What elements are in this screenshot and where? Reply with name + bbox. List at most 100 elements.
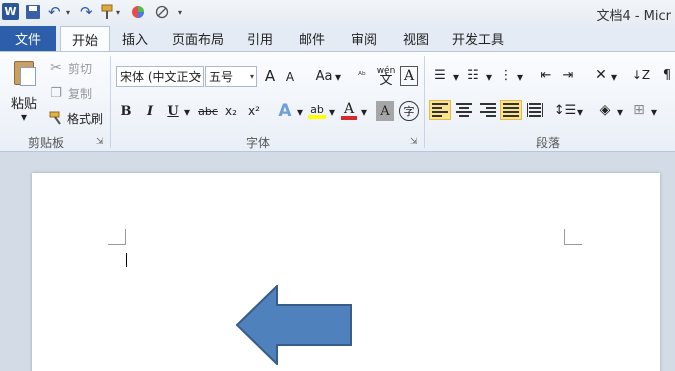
show-hide-marks-icon[interactable]: ¶ (660, 67, 674, 83)
color-wheel-icon[interactable] (130, 3, 146, 21)
highlight-dropdown-icon[interactable]: ▾ (328, 105, 336, 119)
multilevel-list-icon[interactable]: ⋮ (498, 68, 514, 83)
left-arrow-shape[interactable] (236, 285, 352, 365)
copy-button[interactable]: 复制 (66, 85, 94, 101)
character-shading-button[interactable]: A (376, 101, 394, 121)
tab-mailings[interactable]: 邮件 (292, 26, 332, 51)
bullets-dropdown-icon[interactable]: ▾ (452, 70, 460, 84)
change-case-dropdown-icon[interactable]: ▾ (334, 70, 342, 84)
tab-insert[interactable]: 插入 (115, 26, 155, 51)
distributed-button[interactable] (524, 100, 546, 120)
tab-home[interactable]: 开始 (60, 26, 110, 52)
font-name-combo[interactable]: 宋体 (中文正文 ▾ (116, 66, 204, 87)
chinese-layout-icon[interactable]: ✕ (592, 67, 610, 83)
group-divider (424, 56, 425, 148)
document-area[interactable] (0, 152, 675, 371)
text-cursor (126, 253, 127, 267)
line-spacing-dropdown-icon[interactable]: ▾ (576, 105, 584, 119)
tab-file[interactable]: 文件 (0, 26, 56, 51)
ribbon-tabs: 文件 开始 插入 页面布局 引用 邮件 审阅 视图 开发工具 (0, 26, 675, 52)
font-group-label: 字体 (246, 136, 271, 150)
font-launcher-icon[interactable]: ⇲ (410, 137, 418, 147)
tab-page-layout[interactable]: 页面布局 (168, 26, 228, 51)
font-size-value: 五号 (209, 70, 234, 84)
align-right-button[interactable] (477, 100, 499, 120)
highlight-button[interactable]: ab (307, 101, 327, 121)
borders-icon[interactable]: ⊞ (630, 101, 648, 119)
superscript-button[interactable]: x² (245, 102, 263, 120)
paste-icon[interactable] (10, 59, 40, 87)
borders-dropdown-icon[interactable]: ▾ (650, 105, 658, 119)
clipboard-group-label: 剪贴板 (28, 136, 65, 150)
paste-button[interactable]: 粘贴 (8, 94, 40, 112)
format-painter-button[interactable]: 格式刷 (66, 110, 104, 126)
grow-font-button[interactable]: A (262, 67, 278, 85)
underline-button[interactable]: U (165, 102, 181, 120)
format-painter-dropdown-icon[interactable]: ▾ (116, 3, 120, 21)
paragraph-group-label: 段落 (536, 136, 561, 150)
shrink-font-button[interactable]: A (283, 69, 297, 85)
scissors-icon: ✂ (50, 60, 62, 76)
align-left-icon (432, 103, 448, 117)
phonetic-guide-button[interactable]: wén 文 (376, 64, 396, 88)
copy-icon: ❐ (50, 85, 62, 101)
tab-developer[interactable]: 开发工具 (448, 26, 508, 51)
undo-dropdown-icon[interactable]: ▾ (66, 3, 70, 21)
highlight-label: ab (310, 102, 324, 116)
chinese-layout-dropdown-icon[interactable]: ▾ (610, 70, 618, 84)
margin-marker-top-right (564, 229, 582, 245)
align-center-button[interactable] (453, 100, 475, 120)
text-effects-button[interactable]: A (276, 101, 294, 121)
undo-icon[interactable]: ↶ (48, 3, 61, 21)
multilevel-list-dropdown-icon[interactable]: ▾ (516, 70, 524, 84)
document-page[interactable] (32, 173, 660, 371)
bullets-icon[interactable]: ☰ (432, 68, 448, 83)
clipboard-launcher-icon[interactable]: ⇲ (96, 137, 104, 147)
increase-indent-icon[interactable]: ⇥ (560, 68, 576, 83)
tab-review[interactable]: 审阅 (344, 26, 384, 51)
customize-qat-icon[interactable]: ▾ (178, 3, 182, 21)
distributed-icon (527, 103, 543, 117)
paste-dropdown-icon[interactable]: ▾ (18, 110, 30, 124)
format-painter-brush-icon (48, 110, 64, 126)
decrease-indent-icon[interactable]: ⇤ (538, 68, 554, 83)
font-color-dropdown-icon[interactable]: ▾ (360, 105, 368, 119)
clear-format-button[interactable]: ᴬᵇ (352, 66, 372, 86)
numbering-icon[interactable]: ☷ (465, 68, 481, 83)
tab-view[interactable]: 视图 (396, 26, 436, 51)
line-spacing-icon[interactable]: ↕☰ (554, 101, 577, 119)
underline-dropdown-icon[interactable]: ▾ (183, 105, 191, 119)
window-title: 文档4 - Micr (596, 9, 671, 24)
font-size-combo[interactable]: 五号 ▾ (205, 66, 257, 87)
cut-button[interactable]: 剪切 (66, 60, 94, 76)
italic-button[interactable]: I (142, 102, 158, 120)
enclose-characters-button[interactable]: 字 (399, 101, 419, 121)
group-divider (110, 56, 111, 148)
align-left-button[interactable] (429, 100, 451, 120)
margin-marker-top-left (108, 229, 126, 245)
word-logo-icon[interactable]: W (2, 3, 19, 20)
change-case-button[interactable]: Aa (314, 67, 334, 85)
strikethrough-button[interactable]: abc (197, 102, 219, 120)
redo-icon[interactable]: ↷ (80, 3, 93, 21)
align-right-icon (480, 103, 496, 117)
font-color-button[interactable]: A (340, 101, 358, 121)
justify-button[interactable] (500, 100, 522, 120)
format-painter-icon[interactable] (100, 3, 114, 21)
text-effects-dropdown-icon[interactable]: ▾ (296, 105, 304, 119)
tab-references[interactable]: 引用 (240, 26, 280, 51)
ribbon-home: 粘贴 ▾ ✂ 剪切 ❐ 复制 格式刷 剪贴板 ⇲ 宋体 (中文正文 ▾ 五号 ▾ A… (0, 51, 675, 152)
title-bar: W ↶ ▾ ↷ ▾ ▾ 文档4 - Micr (0, 0, 675, 26)
no-symbol-icon[interactable] (154, 3, 170, 21)
sort-icon[interactable]: ↓Z (632, 67, 650, 83)
bold-button[interactable]: B (118, 102, 134, 120)
left-arrow-polygon[interactable] (236, 285, 352, 365)
character-border-button[interactable]: A (400, 66, 418, 86)
shading-icon[interactable]: ◈ (596, 101, 614, 119)
save-icon[interactable] (26, 5, 40, 19)
numbering-dropdown-icon[interactable]: ▾ (485, 70, 493, 84)
font-color-label: A (343, 100, 355, 117)
shading-dropdown-icon[interactable]: ▾ (616, 105, 624, 119)
subscript-button[interactable]: x₂ (222, 102, 240, 120)
align-center-icon (456, 103, 472, 117)
